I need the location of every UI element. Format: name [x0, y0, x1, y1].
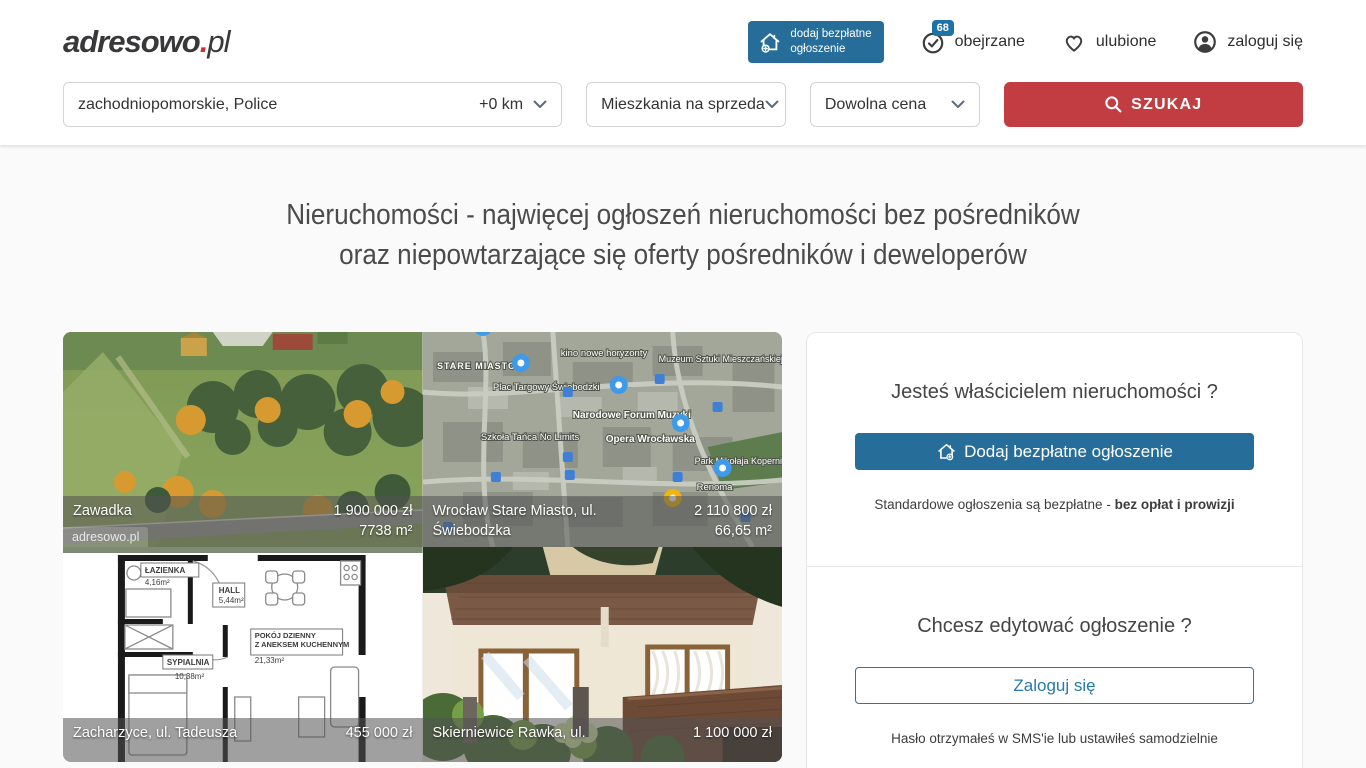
viewed-link[interactable]: 68 obejrzane [920, 29, 1025, 55]
map-label: STARE MIASTO [436, 361, 515, 371]
map-label: Muzeum Sztuki Mieszczańskiej [658, 354, 782, 364]
heart-icon [1061, 29, 1087, 55]
room-label: SYPIALNIA [167, 658, 210, 667]
login-link[interactable]: zaloguj się [1192, 29, 1303, 55]
listing-title: Zacharzyce, ul. Tadeusza [73, 723, 237, 756]
search-button-label: SZUKAJ [1131, 96, 1202, 114]
owner-note-bold: bez opłat i prowizji [1115, 497, 1235, 512]
site-logo[interactable]: adresowo.pl [63, 24, 229, 60]
room-area: 10,38m² [175, 672, 205, 681]
add-listing-label-line2: ogłoszenie [790, 43, 845, 55]
edit-heading: Chcesz edytować ogłoszenie ? [855, 615, 1254, 638]
category-value: Mieszkania na sprzeda [601, 96, 765, 114]
login-button[interactable]: Zaloguj się [855, 667, 1254, 704]
house-plus-icon [758, 30, 782, 54]
price-select[interactable]: Dowolna cena [810, 82, 980, 127]
map-label: Renoma [696, 482, 733, 493]
listing-card-zawadka[interactable]: adresowo.pl Zawadka 1 900 000 zł 7738 m² [63, 332, 423, 547]
room-label: ŁAZIENKA [145, 566, 186, 575]
add-listing-button[interactable]: dodaj bezpłatne ogłoszenie [748, 21, 883, 63]
room-label: HALL [219, 586, 240, 595]
add-free-listing-button[interactable]: Dodaj bezpłatne ogłoszenie [855, 433, 1254, 470]
listing-grid: adresowo.pl Zawadka 1 900 000 zł 7738 m² [63, 332, 782, 762]
owner-note: Standardowe ogłoszenia są bezpłatne - be… [855, 497, 1254, 512]
login-label: zaloguj się [1227, 33, 1303, 51]
listing-price: 2 110 800 zł [694, 503, 772, 519]
page-title: Nieruchomości - najwięcej ogłoszeń nieru… [125, 195, 1241, 275]
listing-price: 455 000 zł [346, 725, 413, 741]
user-icon [1192, 29, 1218, 55]
listing-price: 1 100 000 zł [693, 725, 772, 741]
category-select[interactable]: Mieszkania na sprzeda [586, 82, 786, 127]
site-header: adresowo.pl dodaj bezpłatne ogłoszenie [0, 0, 1366, 145]
edit-section: Chcesz edytować ogłoszenie ? Zaloguj się… [807, 566, 1302, 768]
house-plus-icon [936, 441, 957, 462]
listing-caption: Skierniewice Rawka, ul. 1 100 000 zł [423, 718, 783, 762]
room-label: POKÓJ DZIENNY [255, 631, 316, 640]
search-bar: zachodniopomorskie, Police +0 km Mieszka… [63, 82, 1303, 127]
chevron-down-icon [533, 100, 547, 109]
listing-card-zacharzyce[interactable]: ŁAZIENKA 4,16m² HALL 5,44m² POKÓJ DZIENN… [63, 547, 423, 762]
room-area: 5,44m² [219, 596, 244, 605]
location-value: zachodniopomorskie, Police [78, 96, 277, 114]
map-label: kino nowe horyzonty [560, 348, 647, 359]
login-button-label: Zaloguj się [1013, 676, 1095, 696]
listing-price: 1 900 000 zł [333, 503, 412, 519]
map-label: Szkoła Tańca No Limits [480, 432, 579, 443]
room-area: 21,33m² [255, 656, 285, 665]
listing-card-wroclaw[interactable]: STARE MIASTO kino nowe horyzonty Muzeum … [423, 332, 783, 547]
edit-note: Hasło otrzymałeś w SMS'ie lub ustawiłeś … [855, 731, 1254, 746]
logo-text: adresowo [63, 24, 200, 59]
location-input[interactable]: zachodniopomorskie, Police +0 km [63, 82, 562, 127]
map-label: Plac Targowy Świebodzki [492, 381, 599, 393]
viewed-label: obejrzane [955, 33, 1025, 51]
owner-section: Jesteś właścicielem nieruchomości ? Doda… [807, 333, 1302, 566]
room-area: 4,16m² [145, 578, 170, 587]
map-label: Opera Wrocławska [605, 434, 695, 445]
owner-heading: Jesteś właścicielem nieruchomości ? [855, 381, 1254, 404]
photo-watermark: adresowo.pl [63, 527, 148, 547]
radius-value: +0 km [479, 96, 523, 114]
listing-title: Wrocław Stare Miasto, ul. Świebodzka [433, 501, 668, 541]
listing-caption: Zacharzyce, ul. Tadeusza 455 000 zł [63, 718, 423, 762]
add-listing-label-line1: dodaj bezpłatne [790, 28, 871, 40]
search-icon [1104, 95, 1123, 114]
owner-sidebar: Jesteś właścicielem nieruchomości ? Doda… [806, 332, 1303, 768]
listing-title: Skierniewice Rawka, ul. [433, 723, 586, 756]
room-label: Z ANEKSEM KUCHENNYM [255, 640, 349, 649]
chevron-down-icon [765, 100, 779, 109]
search-button[interactable]: SZUKAJ [1004, 82, 1303, 127]
map-label: Park Mikołaja Kopernika [694, 456, 782, 466]
favorites-label: ulubione [1096, 33, 1157, 51]
price-value: Dowolna cena [825, 96, 926, 114]
listing-area: 66,65 m² [715, 523, 772, 539]
add-free-listing-label: Dodaj bezpłatne ogłoszenie [964, 442, 1173, 462]
listing-caption: Wrocław Stare Miasto, ul. Świebodzka 2 1… [423, 496, 783, 547]
chevron-down-icon [951, 100, 965, 109]
viewed-count-badge: 68 [932, 20, 954, 36]
radius-dropdown[interactable]: +0 km [479, 96, 547, 114]
favorites-link[interactable]: ulubione [1061, 29, 1157, 55]
listing-card-skierniewice[interactable]: Skierniewice Rawka, ul. 1 100 000 zł [423, 547, 783, 762]
listing-area: 7738 m² [359, 523, 412, 539]
